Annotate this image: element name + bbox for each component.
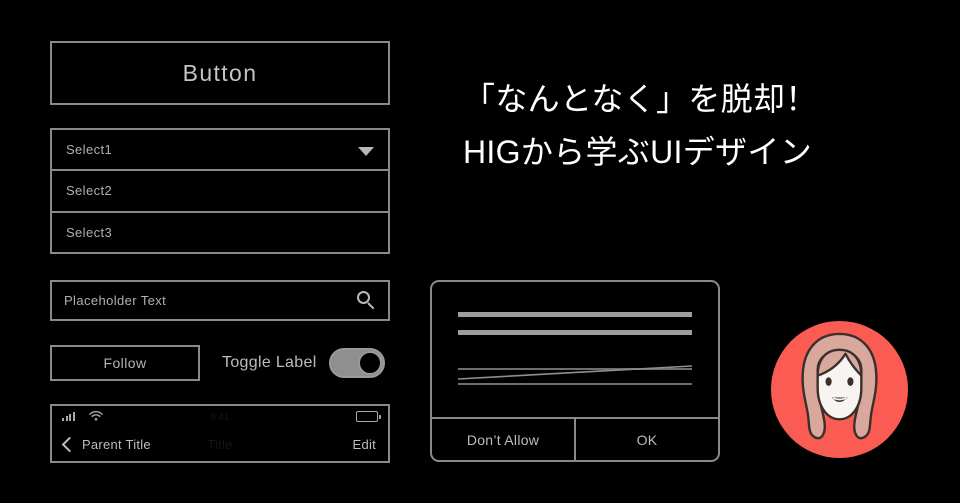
headline: 「なんとなく」を脱却！ HIGから学ぶUIデザイン bbox=[463, 73, 933, 179]
select-option-3[interactable]: Select3 bbox=[52, 213, 388, 252]
select-option-label: Select1 bbox=[66, 142, 113, 158]
battery-icon bbox=[356, 411, 381, 422]
headline-line-2: HIGから学ぶUIデザイン bbox=[463, 134, 813, 171]
status-bar: 9:41 bbox=[52, 406, 388, 427]
search-icon[interactable] bbox=[357, 291, 376, 310]
select-option-label: Select2 bbox=[66, 183, 113, 199]
status-bar-right bbox=[356, 411, 381, 422]
status-bar-time: 9:41 bbox=[210, 411, 230, 422]
avatar bbox=[770, 320, 909, 459]
button-control[interactable]: Button bbox=[50, 41, 390, 105]
select-option-2[interactable]: Select2 bbox=[52, 171, 388, 213]
alert-dialog: Don’t Allow OK bbox=[430, 280, 720, 462]
navbar-title: Title bbox=[207, 436, 233, 452]
follow-button-label: Follow bbox=[103, 355, 147, 371]
alert-content-line bbox=[458, 330, 692, 335]
toggle-row: Toggle Label bbox=[222, 345, 392, 381]
search-icon-handle bbox=[367, 302, 375, 310]
alert-body bbox=[432, 282, 718, 417]
headline-line-1: 「なんとなく」を脱却！ bbox=[463, 81, 818, 117]
toggle-knob bbox=[357, 351, 382, 375]
select-control[interactable]: Select1 Select2 Select3 bbox=[50, 128, 390, 254]
search-input-placeholder[interactable]: Placeholder Text bbox=[64, 293, 357, 308]
alert-ok-button[interactable]: OK bbox=[574, 419, 718, 460]
chevron-down-icon[interactable] bbox=[358, 146, 374, 156]
alert-dont-allow-button[interactable]: Don’t Allow bbox=[432, 419, 574, 460]
select-option-label: Select3 bbox=[66, 224, 113, 240]
search-field[interactable]: Placeholder Text bbox=[50, 280, 390, 321]
toggle-label: Toggle Label bbox=[222, 354, 317, 371]
follow-button[interactable]: Follow bbox=[50, 345, 200, 381]
navbar-control: 9:41 Parent Title Title Edit bbox=[50, 404, 390, 463]
avatar-eye-left bbox=[825, 377, 832, 386]
wireframe-canvas: Button Select1 Select2 Select3 Placehold… bbox=[0, 0, 960, 503]
title-bar: Parent Title Title Edit bbox=[52, 427, 388, 461]
select-option-1[interactable]: Select1 bbox=[52, 130, 388, 172]
button-label: Button bbox=[182, 59, 258, 86]
alert-actions: Don’t Allow OK bbox=[432, 417, 718, 460]
alert-content-line bbox=[458, 312, 692, 317]
toggle-switch[interactable] bbox=[328, 348, 385, 378]
alert-content-line bbox=[458, 383, 692, 385]
alert-diagonal-line bbox=[458, 350, 692, 380]
avatar-eye-right bbox=[847, 377, 854, 386]
